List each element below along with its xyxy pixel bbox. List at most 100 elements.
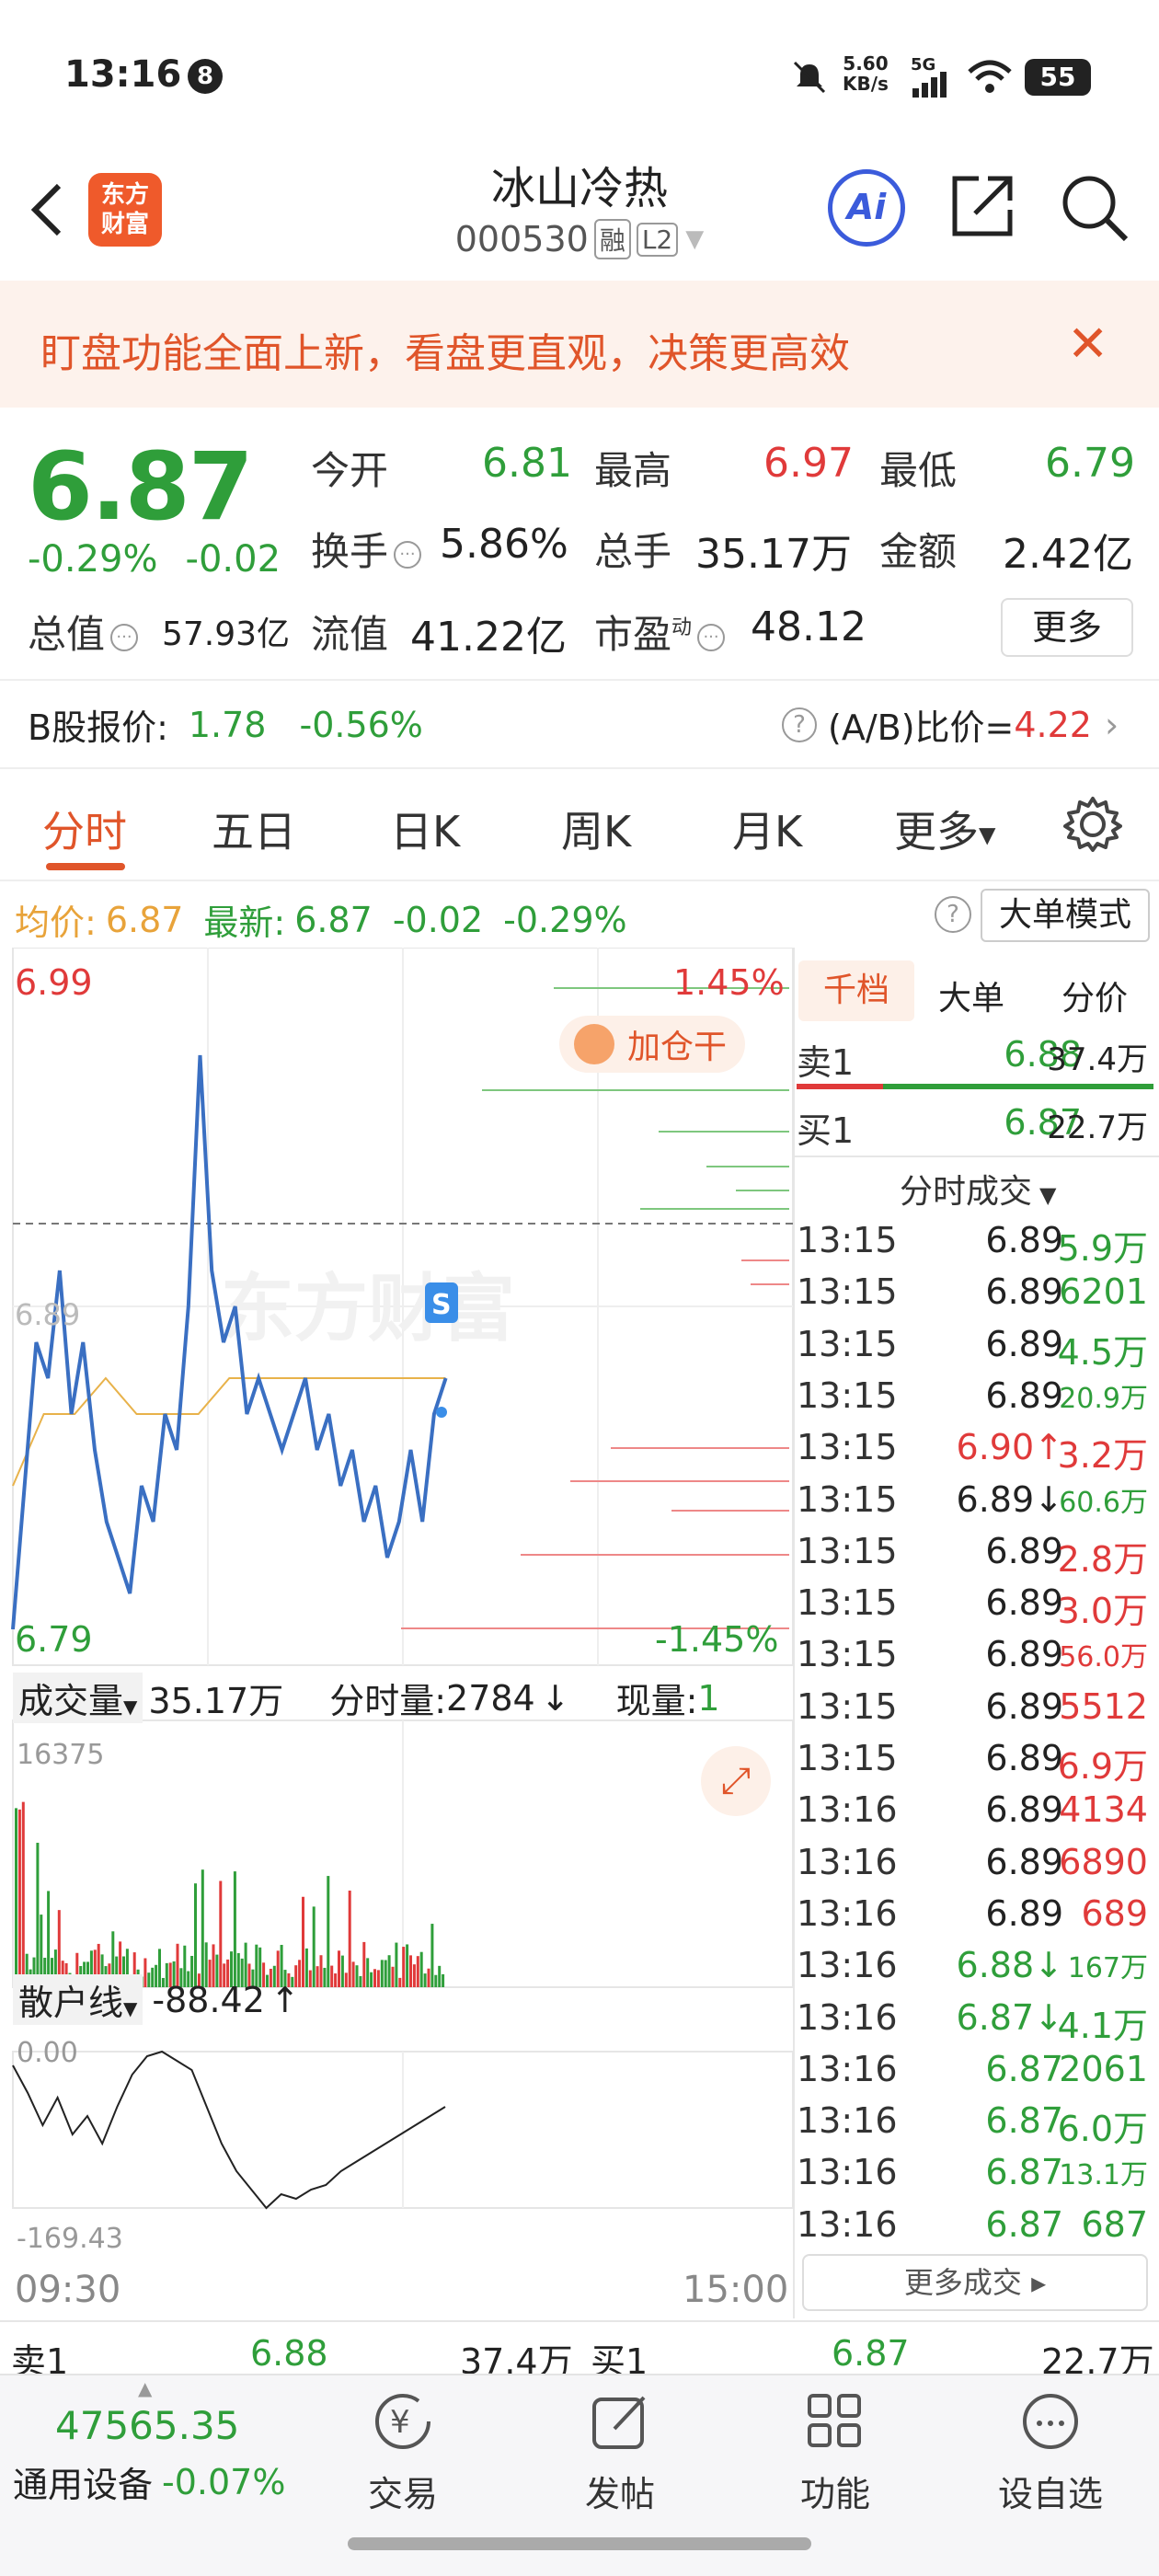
tab-weekly-k[interactable]: 周K	[561, 799, 631, 859]
tick-price: 6.87	[985, 2203, 1063, 2245]
volume-bar	[330, 1965, 334, 1987]
retail-dropdown[interactable]: 散户线▼	[13, 1974, 143, 2025]
volume-bar	[366, 1958, 370, 1987]
tick-volume: 60.6万	[1059, 1486, 1148, 1519]
y-axis-min: 6.79	[15, 1619, 93, 1660]
volume-bar	[370, 1972, 373, 1987]
nav-trade[interactable]: ¥ 交易	[320, 2388, 486, 2516]
more-ticks-button[interactable]: 更多成交 ▸	[802, 2254, 1148, 2311]
high-label: 最高	[594, 448, 672, 493]
tab-five-day[interactable]: 五日	[212, 799, 296, 859]
sector-index-value[interactable]: 47565.35	[55, 2403, 239, 2448]
info-icon[interactable]: ···	[394, 540, 422, 569]
volume-bar	[327, 1876, 330, 1987]
nav-post[interactable]: 发帖	[537, 2388, 703, 2516]
volume-label: 总手	[594, 529, 672, 574]
tick-price: 6.89	[985, 1530, 1063, 1571]
tick-time: 13:15	[797, 1374, 898, 1416]
tick-volume: 2061	[1059, 2048, 1148, 2089]
tab-price-dist[interactable]: 分价	[1061, 972, 1128, 1019]
tab-underline	[46, 863, 125, 870]
volume-bar	[442, 1973, 445, 1987]
tick-time: 13:16	[797, 1841, 898, 1882]
tab-monthly-k[interactable]: 月K	[732, 799, 802, 859]
volume-bar	[316, 1966, 319, 1987]
tick-time: 13:15	[797, 1220, 898, 1260]
tick-row: 13:15 6.89 2.8万	[797, 1531, 1155, 1582]
info-icon[interactable]: ···	[697, 623, 726, 651]
big-order-mode-button[interactable]: 大单模式	[981, 889, 1150, 942]
volume-bar	[304, 1948, 308, 1987]
tick-price: 6.90↑	[956, 1427, 1063, 1468]
last-pct: -0.29%	[503, 899, 627, 940]
volume-value: 35.17万	[695, 531, 852, 578]
tick-volume: 687	[1081, 2203, 1148, 2245]
close-icon[interactable]: ✕	[1067, 315, 1108, 373]
change-amount: -0.02	[185, 538, 281, 581]
tick-row: 13:16 6.87 2061	[797, 2049, 1155, 2100]
amount-value: 2.42亿	[1003, 531, 1133, 578]
tick-volume: 56.0万	[1059, 1641, 1148, 1674]
tick-row: 13:16 6.87↓ 4.1万	[797, 1997, 1155, 2049]
tick-price: 6.87	[985, 2152, 1063, 2193]
pct-axis-max: 1.45%	[673, 962, 785, 1003]
more-button[interactable]: 更多	[1001, 598, 1133, 657]
tick-volume: 4.1万	[1057, 2005, 1148, 2046]
tick-row: 13:16 6.89 689	[797, 1893, 1155, 1945]
nav-functions[interactable]: 功能	[752, 2388, 918, 2516]
volume-bar	[36, 1843, 40, 1987]
tick-time: 13:16	[797, 1789, 898, 1831]
ticks-title[interactable]: 分时成交 ▼	[900, 1165, 1056, 1213]
volume-bar	[340, 1955, 344, 1987]
volume-dropdown[interactable]: 成交量▼	[13, 1673, 143, 1723]
tick-row: 13:15 6.89 5512	[797, 1686, 1155, 1738]
tick-price: 6.89	[985, 1271, 1063, 1313]
tab-intraday[interactable]: 分时	[42, 799, 127, 859]
share-icon[interactable]	[947, 171, 1017, 241]
help-icon[interactable]: ?	[782, 707, 817, 742]
volume-bar	[395, 1942, 398, 1987]
retail-min: -169.43	[17, 2223, 123, 2255]
info-icon[interactable]: ···	[110, 623, 139, 651]
ab-ratio[interactable]: ? (A/B)比价= 4.22 ›	[776, 699, 1119, 750]
tab-big-orders[interactable]: 大单	[938, 972, 1004, 1019]
tick-price: 6.89	[985, 1220, 1063, 1260]
volume-bar	[21, 1801, 25, 1987]
bshare-pct: -0.56%	[299, 704, 423, 745]
tab-daily-k[interactable]: 日K	[390, 799, 460, 859]
float-label: 流值	[311, 612, 389, 657]
volume-bar	[427, 1968, 430, 1987]
prev-close: 6.89	[15, 1297, 81, 1332]
volume-bar	[334, 1973, 338, 1987]
search-icon[interactable]	[1058, 171, 1131, 245]
sector-index[interactable]: 通用设备 -0.07%	[13, 2456, 285, 2507]
gear-icon[interactable]	[1063, 795, 1122, 854]
add-position-badge[interactable]: 加仓干	[559, 1016, 746, 1073]
pct-axis-min: -1.45%	[655, 1619, 779, 1660]
tab-more[interactable]: 更多▼	[894, 799, 995, 859]
nav-add-watchlist[interactable]: 设自选	[968, 2388, 1133, 2516]
current-price: 6.87	[28, 432, 254, 542]
caret-up-icon: ▲	[138, 2377, 153, 2399]
mktcap-value: 57.93亿	[162, 615, 291, 653]
time-start: 09:30	[15, 2269, 121, 2311]
volume-bar	[351, 1961, 355, 1987]
watchlist-icon	[1023, 2394, 1078, 2449]
volume-max: 16375	[17, 1739, 105, 1771]
bshare-price: 1.78	[188, 704, 267, 745]
volume-bar	[201, 1869, 204, 1987]
tab-order-book[interactable]: 千档	[798, 960, 914, 1021]
time-end: 15:00	[683, 2269, 789, 2311]
current-volume: 1	[697, 1677, 720, 1719]
ai-button[interactable]: Ai	[828, 169, 905, 247]
volume-bar	[233, 1871, 236, 1987]
sell-ratio-bar	[797, 1084, 883, 1089]
tick-price: 6.89↓	[956, 1478, 1063, 1520]
volume-header: 成交量▼ 35.17万 分时量: 2784 ↓ 现量: 1	[13, 1673, 720, 1723]
expand-icon[interactable]: ⤢	[701, 1746, 771, 1816]
tick-row: 13:16 6.87 13.1万	[797, 2152, 1155, 2203]
mute-icon	[793, 61, 826, 94]
tick-time: 13:15	[797, 1323, 898, 1364]
volume-bar	[402, 1947, 406, 1987]
help-icon[interactable]: ?	[935, 896, 971, 933]
